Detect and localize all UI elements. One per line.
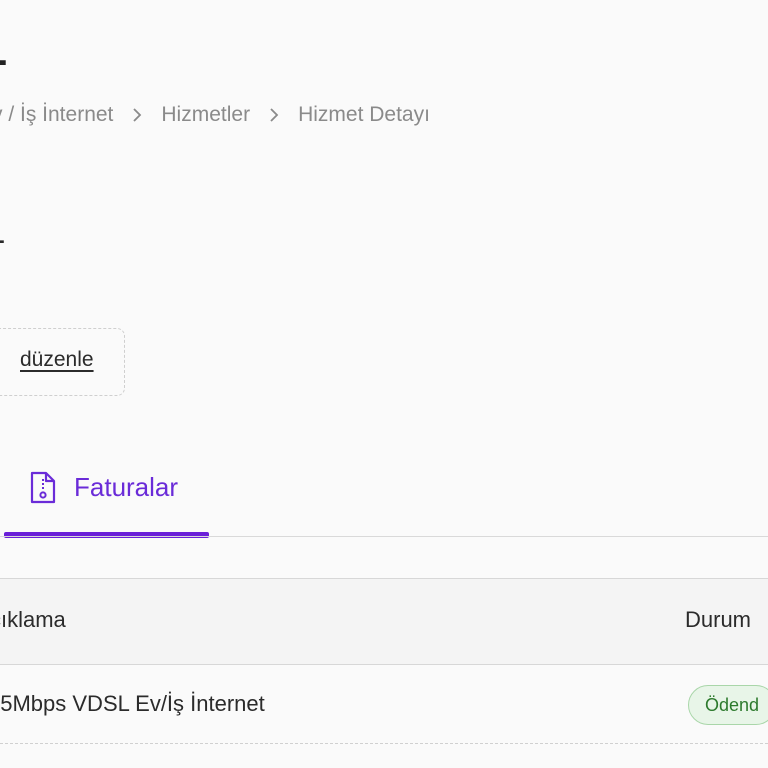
page-title: - [0, 40, 7, 80]
tabs-divider [0, 536, 768, 537]
status-badge: Ödend [688, 685, 768, 725]
breadcrumb: v / İş İnternet Hizmetler Hizmet Detayı [0, 100, 430, 130]
column-header-description[interactable]: çıklama [0, 607, 66, 633]
active-tab-indicator [4, 532, 209, 538]
invoice-file-icon [28, 471, 58, 505]
breadcrumb-item-hizmet-detayi: Hizmet Detayı [298, 103, 430, 126]
edit-link[interactable]: düzenle [20, 348, 94, 372]
row-description: 35Mbps VDSL Ev/İş İnternet [0, 691, 265, 716]
table-header: çıklama Durum [0, 578, 768, 665]
breadcrumb-item-hizmetler[interactable]: Hizmetler [161, 103, 250, 127]
breadcrumb-item-internet[interactable]: v / İş İnternet [0, 103, 113, 127]
chevron-right-icon [113, 100, 161, 130]
tab-label: Faturalar [74, 472, 179, 502]
column-header-status[interactable]: Durum [685, 607, 751, 633]
tab-faturalar[interactable]: Faturalar [4, 458, 209, 538]
invoices-table: çıklama Durum 35Mbps VDSL Ev/İş İnternet… [0, 578, 768, 744]
service-title: L [0, 210, 5, 254]
table-row[interactable]: 35Mbps VDSL Ev/İş İnternet Ödend [0, 665, 768, 744]
chevron-right-icon [250, 100, 298, 130]
